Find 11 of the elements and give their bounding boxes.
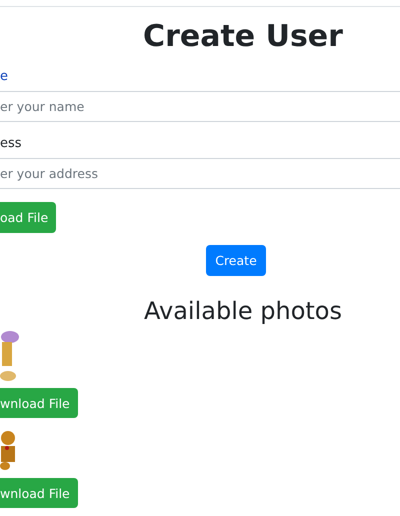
cartoon-figure-drawing (0, 330, 20, 382)
upload-button[interactable]: oad File (0, 202, 56, 233)
field-label: ess (0, 136, 23, 152)
text-field[interactable]: er your address (0, 158, 400, 189)
text-field[interactable]: er your name (0, 91, 400, 122)
field-label: e (0, 69, 9, 85)
create-button[interactable]: Create (206, 245, 266, 276)
download-button[interactable]: wnload File (0, 478, 78, 508)
section-heading: Available photos (144, 296, 342, 326)
download-button[interactable]: wnload File (0, 388, 78, 418)
page-title: Create User (143, 19, 343, 55)
